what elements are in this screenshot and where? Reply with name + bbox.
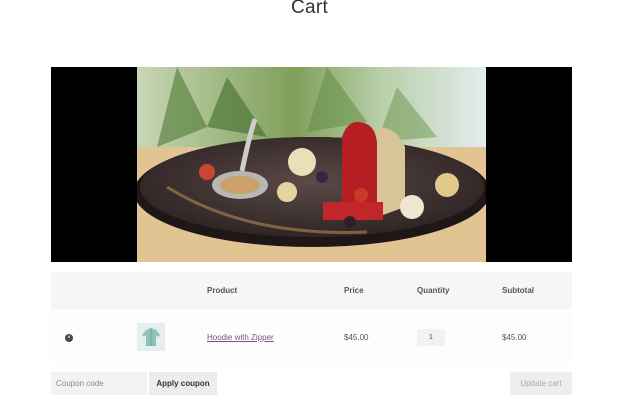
thumbnail-cell: [137, 309, 207, 365]
quantity-input[interactable]: [417, 328, 445, 346]
remove-item-icon[interactable]: ×: [65, 334, 73, 342]
cart-table: Product Price Quantity Subtotal × Hoodie…: [51, 272, 572, 365]
subtotal-cell: $45.00: [502, 332, 527, 342]
update-cart-button[interactable]: Update cart: [510, 372, 572, 395]
product-thumbnail[interactable]: [137, 323, 165, 351]
quantity-cell: [417, 309, 502, 365]
header-subtotal: Subtotal: [502, 286, 534, 295]
featured-image-frame: [51, 67, 572, 262]
page-title: Cart: [290, 0, 329, 18]
cart-table-header: Product Price Quantity Subtotal: [51, 272, 572, 309]
header-quantity: Quantity: [417, 286, 450, 295]
product-cell: Hoodie with Zipper: [207, 309, 344, 365]
hoodie-icon: [142, 328, 160, 346]
header-remove: [51, 272, 137, 309]
coupon-code-input[interactable]: [51, 372, 147, 395]
table-row: × Hoodie with Zipper $45.00 $45.00: [51, 309, 572, 365]
remove-cell: ×: [51, 309, 137, 365]
price-cell: $45.00: [344, 332, 369, 342]
product-name-link[interactable]: Hoodie with Zipper: [207, 333, 274, 342]
cart-actions: Apply coupon Update cart: [51, 372, 572, 396]
header-price: Price: [344, 286, 364, 295]
dessert-plate-photo: [137, 67, 486, 262]
apply-coupon-button[interactable]: Apply coupon: [149, 372, 217, 395]
header-product: Product: [207, 286, 238, 295]
header-thumbnail: [137, 272, 207, 309]
